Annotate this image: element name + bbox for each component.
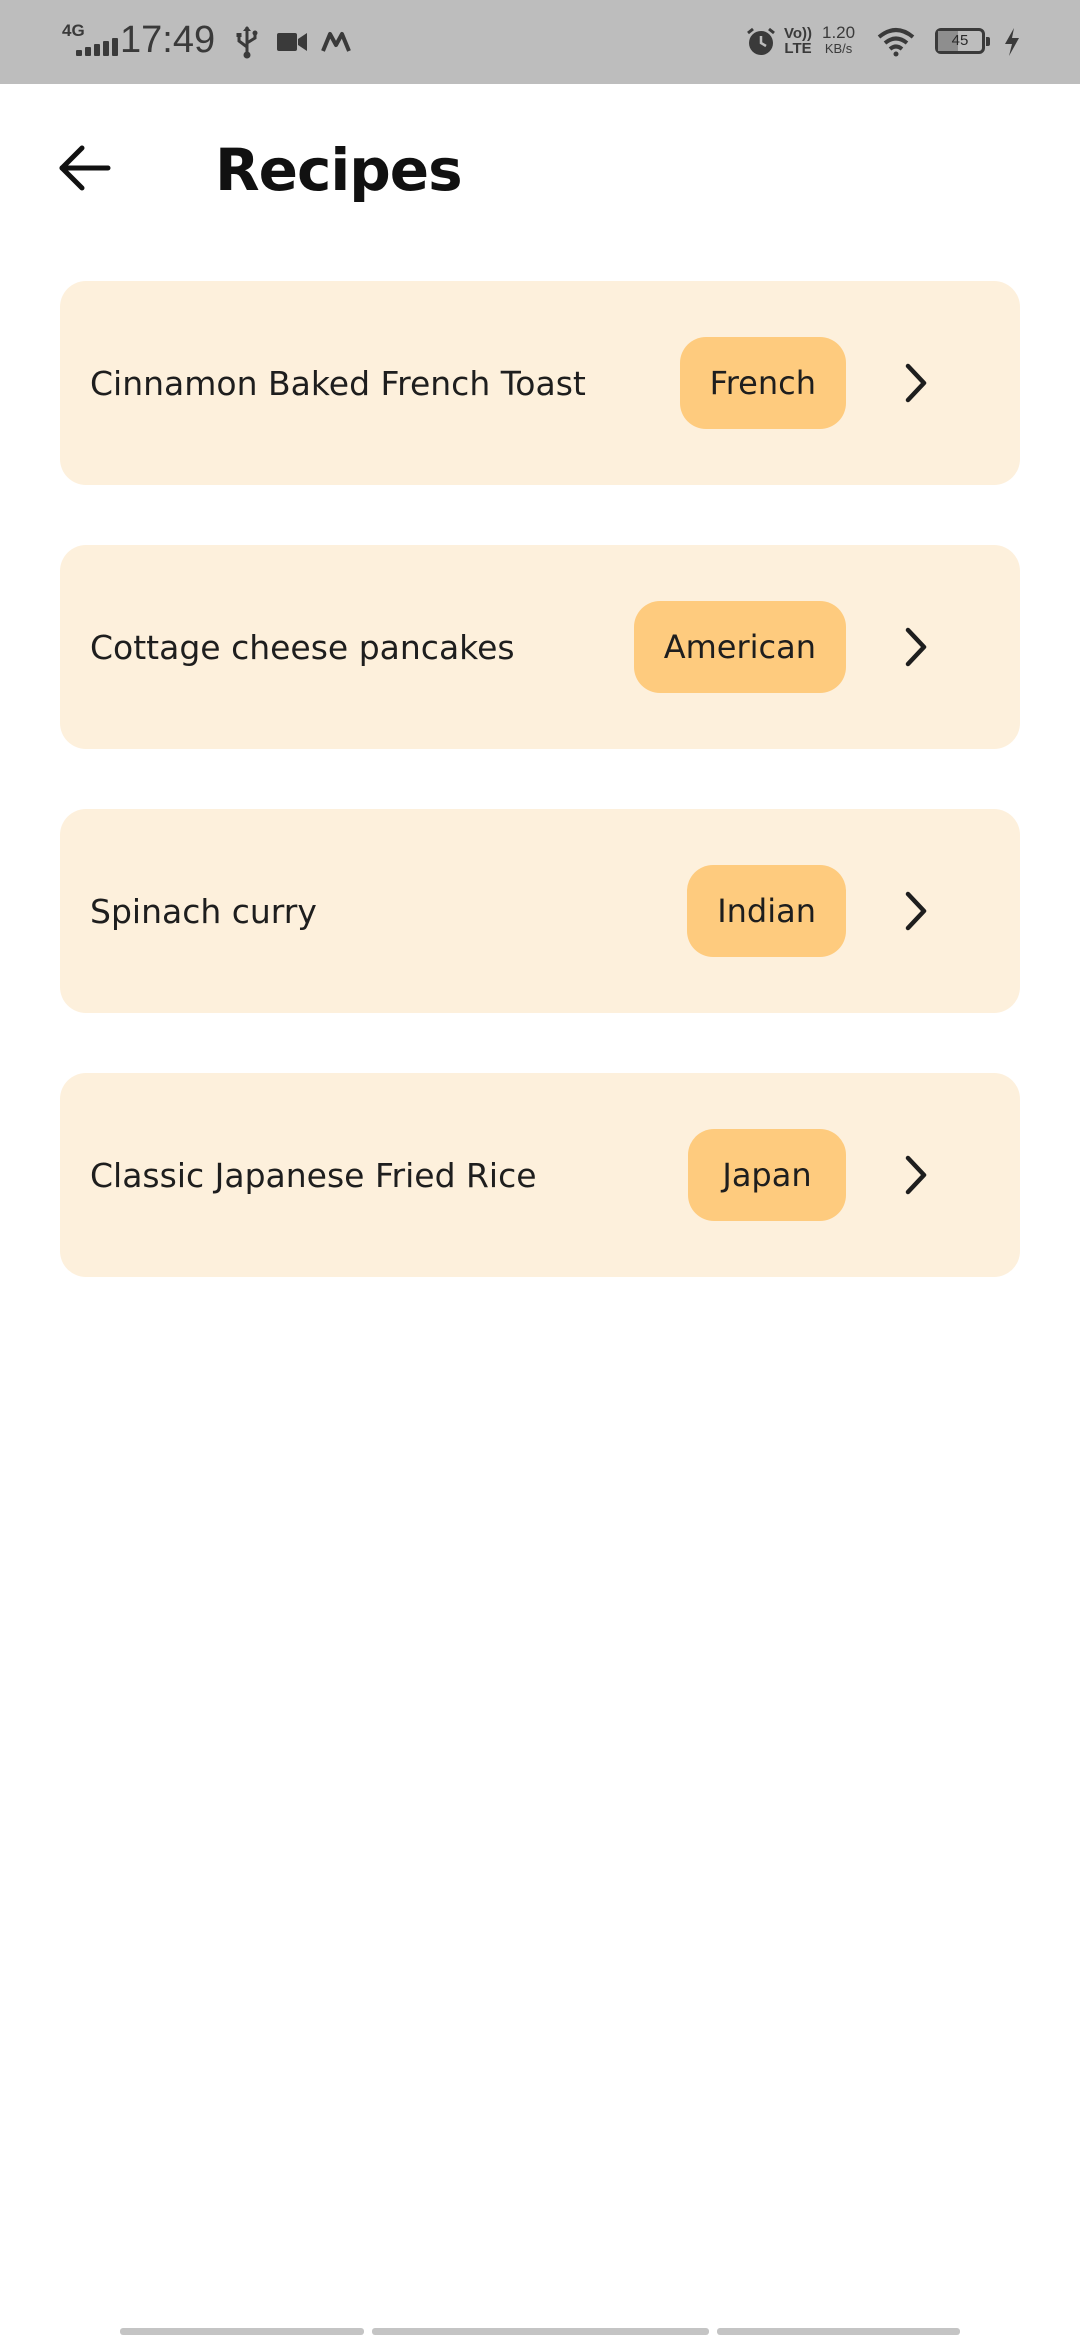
cuisine-badge: American [633, 601, 846, 693]
network-type: 4G [62, 21, 85, 40]
recipe-name: Classic Japanese Fried Rice [90, 1155, 537, 1195]
recipe-card[interactable]: Cottage cheese pancakes American [60, 545, 1020, 749]
recipe-card[interactable]: Cinnamon Baked French Toast French [60, 281, 1020, 485]
recipe-list: Cinnamon Baked French Toast French Cotta… [60, 281, 1020, 1337]
network-speed-unit: KB/s [824, 41, 853, 56]
alarm-icon [744, 24, 778, 60]
cuisine-badge: Indian [687, 865, 846, 957]
back-button[interactable] [40, 126, 128, 214]
chevron-right-icon [896, 627, 936, 667]
recipe-name: Spinach curry [90, 891, 317, 931]
network-speed: 1.20 KB/s [822, 23, 856, 57]
gesture-segment [717, 2328, 960, 2335]
chevron-right-icon [896, 891, 936, 931]
status-time: 17:49 [120, 19, 216, 61]
charging-icon [1000, 24, 1024, 60]
arrow-left-icon [56, 144, 112, 196]
gesture-segment [120, 2328, 364, 2335]
chevron-right-icon [896, 363, 936, 403]
gesture-bar[interactable] [120, 2328, 960, 2335]
recipe-card[interactable]: Spinach curry Indian [60, 809, 1020, 1013]
recipe-name: Cottage cheese pancakes [90, 627, 515, 667]
cuisine-badge: French [679, 337, 846, 429]
chevron-right-icon [896, 1155, 936, 1195]
recipe-name: Cinnamon Baked French Toast [90, 363, 586, 403]
volte-indicator: Vo)) LTE [783, 25, 813, 57]
wifi-icon [876, 24, 916, 60]
video-camera-icon [275, 24, 309, 60]
page-title: Recipes [215, 136, 463, 204]
gesture-segment [372, 2328, 709, 2335]
usb-icon [232, 24, 262, 60]
status-bar: 4G 17:49 Vo)) LTE 1.20 KB/s 45 [0, 0, 1080, 84]
network-speed-value: 1.20 [822, 23, 856, 42]
signal-icon: 4G [62, 21, 118, 60]
battery-icon: 45 [935, 28, 990, 54]
battery-percent: 45 [951, 32, 969, 49]
myntra-icon [320, 24, 352, 60]
cuisine-badge: Japan [688, 1129, 846, 1221]
recipe-card[interactable]: Classic Japanese Fried Rice Japan [60, 1073, 1020, 1277]
